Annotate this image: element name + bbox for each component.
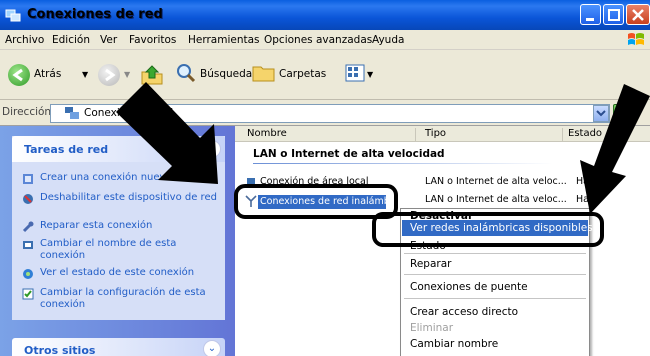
maximize-icon bbox=[608, 9, 620, 21]
task-create-connection[interactable]: Crear una conexión nueva bbox=[40, 172, 220, 184]
menu-favoritos[interactable]: Favoritos bbox=[129, 34, 176, 46]
folders-icon[interactable] bbox=[252, 63, 276, 83]
group-heading: LAN o Internet de alta velocidad bbox=[253, 148, 445, 160]
views-dropdown-icon[interactable]: ▼ bbox=[367, 70, 373, 79]
row-type: LAN o Internet de alta veloc... bbox=[425, 194, 567, 205]
folders-button[interactable]: Carpetas bbox=[279, 68, 326, 80]
row-status: Habi bbox=[576, 194, 598, 205]
minimize-icon bbox=[586, 18, 594, 21]
search-button[interactable]: Búsqueda bbox=[200, 68, 252, 80]
row-type: LAN o Internet de alta veloc... bbox=[425, 176, 567, 187]
column-separator[interactable] bbox=[562, 128, 563, 141]
maximize-button[interactable] bbox=[603, 4, 624, 25]
forward-dropdown-icon[interactable]: ▼ bbox=[124, 70, 130, 79]
column-estado[interactable]: Estado bbox=[568, 128, 602, 139]
back-button[interactable] bbox=[8, 64, 30, 86]
menu-herramientas[interactable]: Herramientas bbox=[188, 34, 260, 46]
task-view-status[interactable]: Ver el estado de este conexión bbox=[40, 267, 220, 279]
menu-separator bbox=[404, 253, 586, 254]
row-status: Habi bbox=[576, 176, 598, 187]
network-connections-icon bbox=[65, 107, 79, 119]
up-folder-icon[interactable] bbox=[140, 62, 164, 86]
task-repair-connection[interactable]: Reparar esta conexión bbox=[40, 220, 220, 232]
menu-opciones-avanzadas[interactable]: Opciones avanzadas bbox=[264, 34, 372, 46]
rename-icon bbox=[23, 241, 33, 249]
chevron-down-icon bbox=[596, 110, 606, 117]
row-name[interactable]: Conexión de área local bbox=[260, 176, 369, 187]
status-icon bbox=[23, 269, 33, 279]
back-label[interactable]: Atrás bbox=[34, 68, 61, 80]
close-icon bbox=[632, 9, 644, 21]
column-separator[interactable] bbox=[415, 128, 416, 141]
menu-item-ver-redes[interactable]: Ver redes inalámbricas disponibles bbox=[410, 222, 593, 234]
other-places-title: Otros sitios bbox=[24, 344, 96, 356]
menu-item-eliminar: Eliminar bbox=[410, 322, 454, 334]
task-disable-device[interactable]: Deshabilitar este dispositivo de red bbox=[40, 192, 220, 204]
menu-ayuda[interactable]: Ayuda bbox=[372, 34, 404, 46]
row-name-selected[interactable]: Conexiones de red inalámbricas 2 bbox=[260, 196, 421, 207]
column-nombre[interactable]: Nombre bbox=[247, 128, 287, 139]
address-dropdown-button[interactable] bbox=[593, 105, 609, 122]
window-title: Conexiones de red bbox=[27, 7, 163, 22]
go-arrow-icon bbox=[617, 108, 628, 118]
network-connections-icon bbox=[5, 9, 21, 22]
address-value-end: ed bbox=[160, 107, 174, 119]
task-rename-connection[interactable]: Cambiar el nombre de esta conexión bbox=[40, 238, 220, 262]
back-dropdown-icon[interactable]: ▼ bbox=[82, 70, 88, 79]
menu-item-crear-acceso[interactable]: Crear acceso directo bbox=[410, 306, 518, 318]
menu-separator bbox=[404, 274, 586, 275]
wireless-antenna-icon bbox=[245, 195, 257, 207]
new-connection-icon bbox=[23, 174, 33, 184]
address-label: Dirección bbox=[2, 106, 52, 118]
expand-chevron-icon[interactable]: ⌄ bbox=[203, 340, 221, 356]
menu-ver[interactable]: Ver bbox=[100, 34, 117, 46]
close-button[interactable] bbox=[626, 4, 650, 25]
search-icon[interactable] bbox=[175, 62, 197, 84]
lan-connection-icon bbox=[247, 178, 255, 184]
collapse-chevron-icon[interactable]: ⌃ bbox=[203, 140, 221, 158]
forward-arrow-icon bbox=[105, 68, 116, 82]
go-button[interactable] bbox=[613, 104, 632, 123]
group-divider bbox=[253, 163, 553, 164]
menu-item-conexiones-puente[interactable]: Conexiones de puente bbox=[410, 281, 528, 293]
menu-archivo[interactable]: Archivo bbox=[5, 34, 44, 46]
back-arrow-icon bbox=[12, 68, 23, 82]
address-input[interactable] bbox=[50, 104, 610, 123]
menu-item-reparar[interactable]: Reparar bbox=[410, 258, 451, 270]
menu-item-estado[interactable]: Estado bbox=[410, 240, 446, 252]
network-tasks-title: Tareas de red bbox=[24, 143, 109, 156]
forward-button[interactable] bbox=[98, 64, 120, 86]
address-value-start: Conexio bbox=[84, 107, 127, 119]
settings-checklist-icon bbox=[22, 288, 34, 300]
windows-logo-icon bbox=[628, 33, 644, 45]
menu-separator bbox=[404, 298, 586, 299]
task-change-settings[interactable]: Cambiar la configuración de esta conexió… bbox=[40, 287, 220, 311]
column-tipo[interactable]: Tipo bbox=[425, 128, 446, 139]
repair-wrench-icon bbox=[22, 221, 34, 233]
menu-edicion[interactable]: Edición bbox=[52, 34, 90, 46]
minimize-button[interactable] bbox=[580, 4, 601, 25]
disable-device-icon bbox=[23, 194, 33, 204]
go-label-fragment[interactable]: I bbox=[635, 107, 638, 119]
views-icon[interactable] bbox=[345, 63, 365, 83]
menu-item-cambiar-nombre[interactable]: Cambiar nombre bbox=[410, 338, 498, 350]
